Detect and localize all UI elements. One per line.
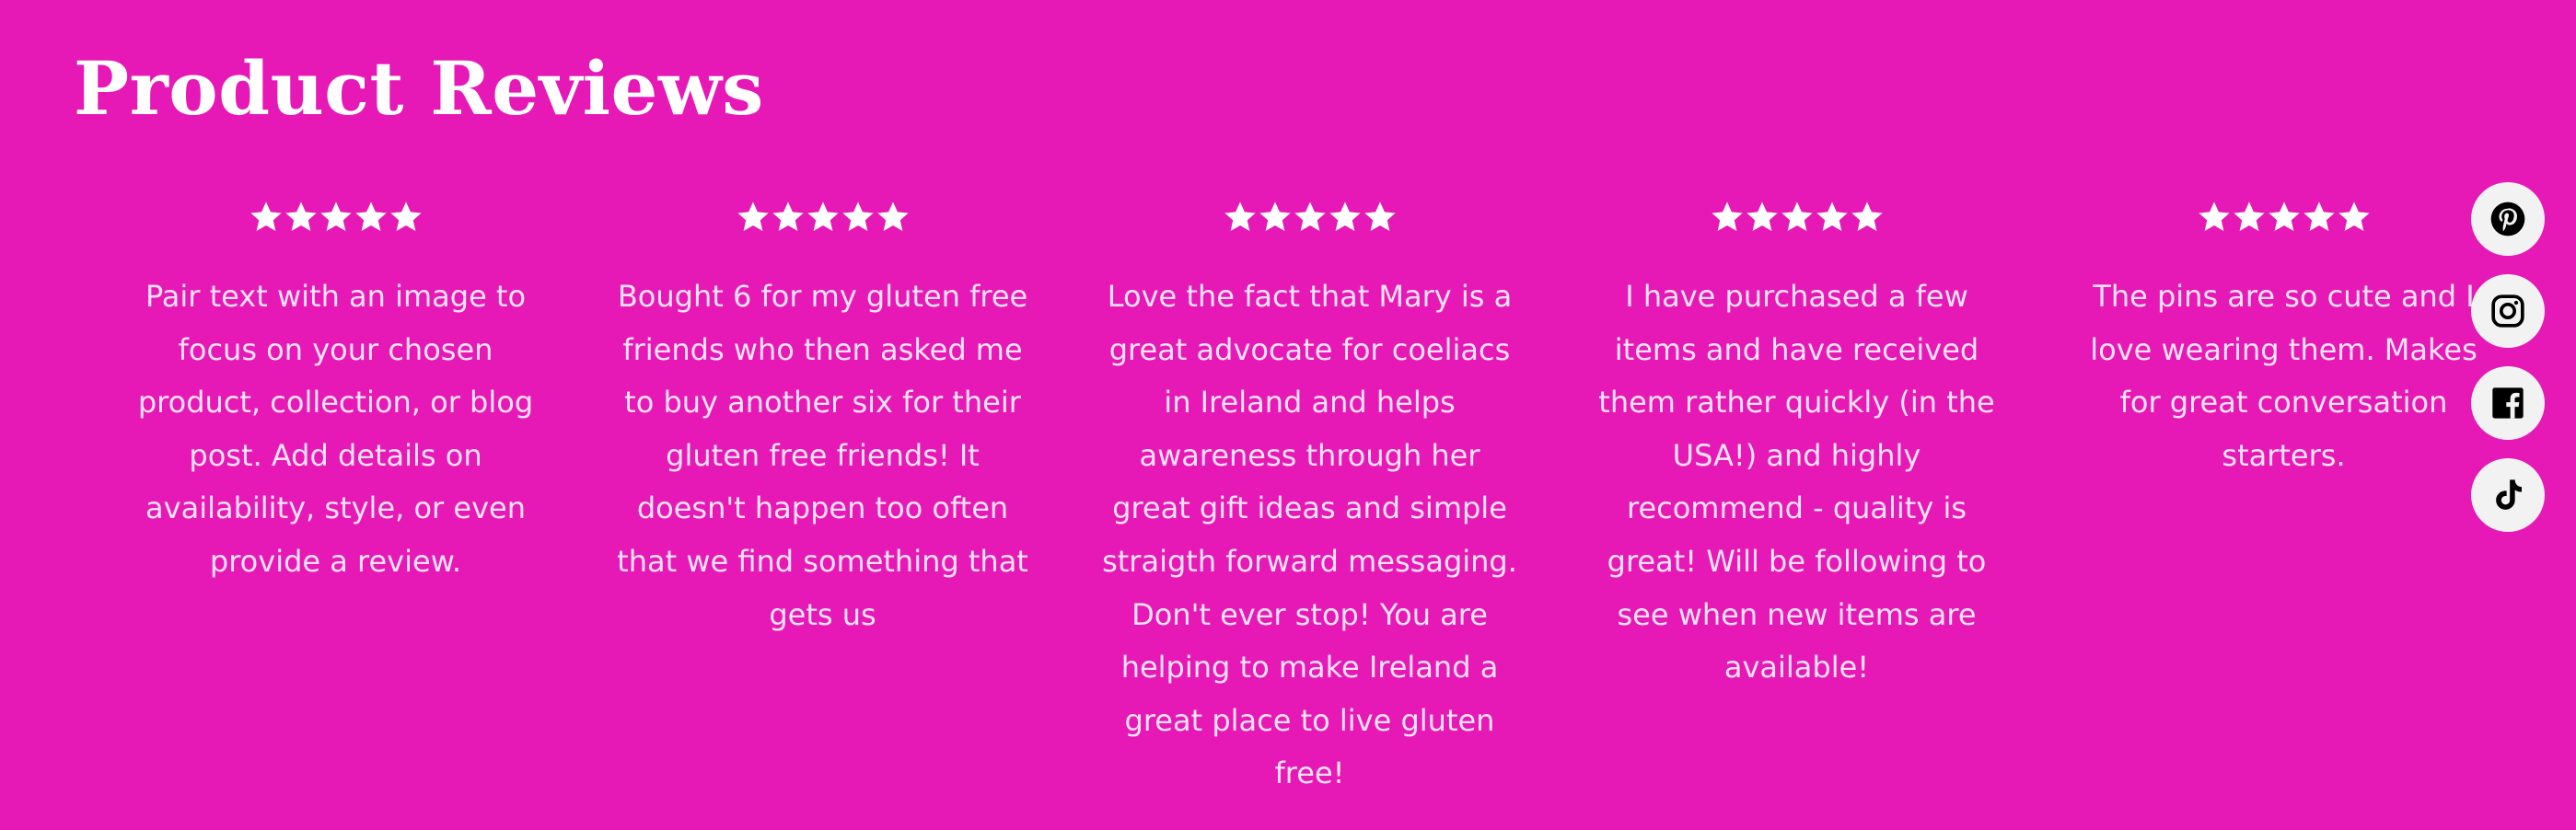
instagram-link[interactable] bbox=[2471, 274, 2545, 348]
star-rating bbox=[2197, 195, 2372, 239]
facebook-icon bbox=[2492, 387, 2524, 419]
review-text: I have purchased a few items and have re… bbox=[1598, 279, 1995, 686]
star-icon bbox=[1259, 202, 1291, 232]
review-text: Bought 6 for my gluten free friends who … bbox=[617, 279, 1028, 632]
star-icon bbox=[1816, 202, 1848, 232]
star-icon bbox=[2233, 202, 2265, 232]
star-icon bbox=[876, 202, 909, 232]
star-icon bbox=[284, 202, 317, 232]
star-icon bbox=[2338, 202, 2370, 232]
star-icon bbox=[1781, 202, 1813, 232]
star-icon bbox=[841, 202, 874, 232]
tiktok-link[interactable] bbox=[2471, 458, 2545, 532]
star-icon bbox=[249, 202, 282, 232]
star-icon bbox=[1851, 202, 1883, 232]
review-text: Pair text with an image to focus on your… bbox=[137, 279, 534, 579]
section-title: Product Reviews bbox=[74, 45, 764, 132]
review-card: Bought 6 for my gluten free friends who … bbox=[579, 195, 1066, 830]
review-card: Love the fact that Mary is a great advoc… bbox=[1066, 195, 1553, 830]
star-rating bbox=[1710, 195, 1885, 239]
facebook-link[interactable] bbox=[2471, 366, 2545, 440]
star-icon bbox=[2198, 202, 2230, 232]
pinterest-icon bbox=[2490, 202, 2525, 236]
pinterest-link[interactable] bbox=[2471, 182, 2545, 256]
review-card: Pair text with an image to focus on your… bbox=[92, 195, 579, 830]
star-icon bbox=[772, 202, 804, 232]
star-rating bbox=[1223, 195, 1398, 239]
star-icon bbox=[1363, 202, 1396, 232]
star-icon bbox=[737, 202, 769, 232]
review-card: I have purchased a few items and have re… bbox=[1553, 195, 2040, 830]
review-text: The pins are so cute and I love wearing … bbox=[2090, 279, 2477, 473]
review-card: The pins are so cute and I love wearing … bbox=[2040, 195, 2527, 830]
star-icon bbox=[1224, 202, 1256, 232]
star-icon bbox=[319, 202, 352, 232]
social-links bbox=[2471, 182, 2545, 532]
star-icon bbox=[806, 202, 839, 232]
star-icon bbox=[2268, 202, 2300, 232]
star-icon bbox=[1711, 202, 1743, 232]
star-rating bbox=[736, 195, 911, 239]
star-icon bbox=[1294, 202, 1326, 232]
star-icon bbox=[1746, 202, 1778, 232]
reviews-row: Pair text with an image to focus on your… bbox=[92, 195, 2477, 830]
star-icon bbox=[389, 202, 422, 232]
tiktok-icon bbox=[2496, 479, 2522, 510]
review-text: Love the fact that Mary is a great advoc… bbox=[1102, 279, 1517, 791]
star-icon bbox=[354, 202, 387, 232]
product-reviews-section: Product Reviews Pair text with an image … bbox=[0, 0, 2576, 828]
instagram-icon bbox=[2491, 294, 2524, 328]
star-icon bbox=[2303, 202, 2335, 232]
star-icon bbox=[1329, 202, 1361, 232]
star-rating bbox=[249, 195, 424, 239]
